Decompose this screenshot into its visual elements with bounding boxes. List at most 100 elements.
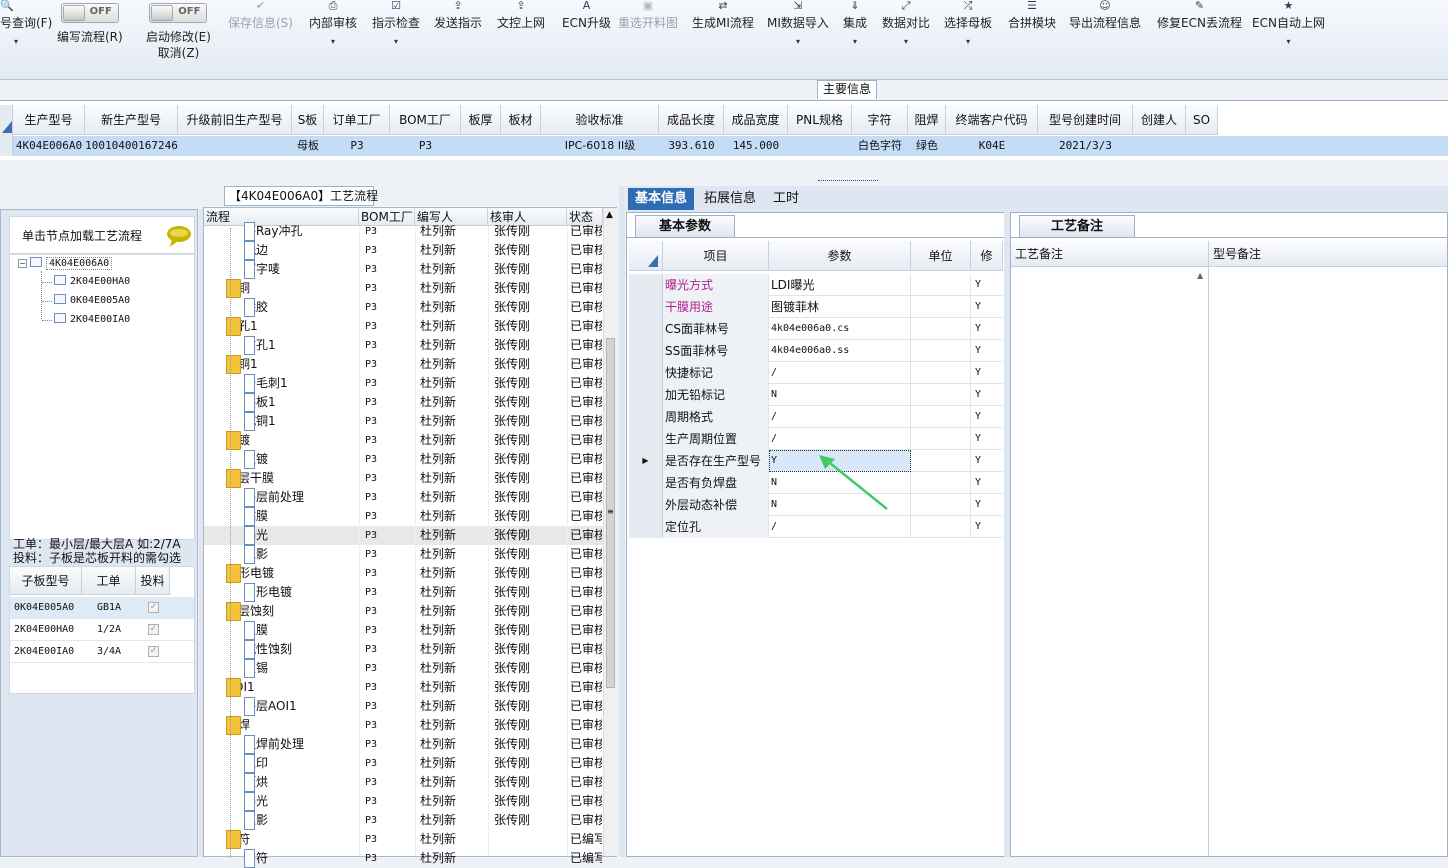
table-cell[interactable]: [1186, 136, 1218, 156]
toolbar-item-17[interactable]: ✎ 修复ECN丢流程: [1157, 0, 1242, 66]
flow-row[interactable]: 除胶 P3 杜列新 张传刚 已审核: [204, 298, 604, 317]
flow-row[interactable]: −AOI1 P3 杜列新 张传刚 已审核: [204, 678, 604, 697]
table-cell[interactable]: [461, 136, 501, 156]
table-cell[interactable]: 2021/3/3: [1038, 136, 1133, 156]
param-unit[interactable]: [911, 362, 971, 384]
param-unit[interactable]: [911, 340, 971, 362]
param-row[interactable]: 定位孔 / Y: [629, 516, 1003, 538]
toolbar-item-3[interactable]: ✔ 保存信息(S): [228, 0, 293, 66]
flow-row[interactable]: 显影 P3 杜列新 张传刚 已审核: [204, 811, 604, 830]
row-selector[interactable]: [629, 406, 663, 428]
column-header[interactable]: 终端客户代码: [946, 105, 1038, 135]
flow-row[interactable]: −电镀 P3 杜列新 张传刚 已审核: [204, 431, 604, 450]
flow-row[interactable]: −图形电镀 P3 杜列新 张传刚 已审核: [204, 564, 604, 583]
toolbar-item-9[interactable]: ▣ 重选开料图: [618, 0, 678, 66]
flow-row[interactable]: 外层前处理 P3 杜列新 张传刚 已审核: [204, 488, 604, 507]
param-row[interactable]: 快捷标记 / Y: [629, 362, 1003, 384]
column-header[interactable]: 创建人: [1133, 105, 1186, 135]
toolbar-item-15[interactable]: ☰ 合拼模块: [1008, 0, 1056, 66]
param-unit[interactable]: [911, 516, 971, 538]
dropdown-arrow-icon[interactable]: ▾: [904, 36, 908, 48]
table-cell[interactable]: 母板: [292, 136, 324, 156]
row-selector[interactable]: [629, 384, 663, 406]
tab-2[interactable]: 工时: [766, 188, 806, 210]
flow-row[interactable]: 丝印 P3 杜列新 张传刚 已审核: [204, 754, 604, 773]
scroll-up-icon[interactable]: ▲: [606, 210, 613, 220]
param-unit[interactable]: [911, 384, 971, 406]
toolbar-item-14[interactable]: ⤮ 选择母板 ▾: [944, 0, 992, 66]
row-selector[interactable]: [629, 472, 663, 494]
toolbar-item-16[interactable]: ☺ 导出流程信息: [1069, 0, 1141, 66]
param-unit[interactable]: [911, 494, 971, 516]
column-header[interactable]: 成品宽度: [724, 105, 788, 135]
table-cell[interactable]: IPC-6018 II级: [541, 136, 659, 156]
param-row[interactable]: 加无铅标记 N Y: [629, 384, 1003, 406]
flow-row[interactable]: 预烘 P3 杜列新 张传刚 已审核: [204, 773, 604, 792]
param-row[interactable]: 周期格式 / Y: [629, 406, 1003, 428]
table-cell[interactable]: P3: [324, 136, 390, 156]
param-column-header[interactable]: 参数: [769, 241, 911, 271]
dropdown-arrow-icon[interactable]: ▾: [796, 36, 800, 48]
collapse-icon[interactable]: −: [18, 259, 27, 268]
vertical-splitter[interactable]: [619, 186, 625, 857]
param-value[interactable]: 4k04e006a0.ss: [769, 340, 911, 362]
dropdown-arrow-icon[interactable]: ▾: [966, 36, 970, 48]
param-flag[interactable]: Y: [973, 494, 1003, 516]
row-selector[interactable]: [629, 296, 663, 318]
main-info-tab[interactable]: 主要信息: [817, 80, 877, 99]
param-unit[interactable]: [911, 406, 971, 428]
flow-row[interactable]: 外层AOI1 P3 杜列新 张传刚 已审核: [204, 697, 604, 716]
row-selector[interactable]: [629, 428, 663, 450]
row-selector[interactable]: [629, 516, 663, 538]
param-flag[interactable]: Y: [973, 340, 1003, 362]
param-unit[interactable]: [911, 428, 971, 450]
param-value[interactable]: /: [769, 428, 911, 450]
param-value[interactable]: N: [769, 384, 911, 406]
scrollbar[interactable]: ▲ ≡: [603, 208, 617, 856]
table-cell[interactable]: 393.610: [659, 136, 724, 156]
row-selector[interactable]: [629, 494, 663, 516]
table-cell[interactable]: K04E: [946, 136, 1038, 156]
column-header[interactable]: 成品长度: [659, 105, 724, 135]
toolbar-item-5[interactable]: ☑ 指示检查 ▾: [372, 0, 420, 66]
flow-row[interactable]: 打字唛 P3 杜列新 张传刚 已审核: [204, 260, 604, 279]
toolbar-item-12[interactable]: ⇓ 集成 ▾: [843, 0, 867, 66]
dropdown-arrow-icon[interactable]: ▾: [394, 36, 398, 48]
param-row[interactable]: ▶ 是否存在生产型号 Y Y: [629, 450, 1003, 472]
flow-row[interactable]: X-Ray冲孔 P3 杜列新 张传刚 已审核: [204, 222, 604, 241]
toggle-switch[interactable]: OFF: [60, 3, 119, 23]
dropdown-arrow-icon[interactable]: ▾: [1286, 36, 1290, 48]
param-flag[interactable]: Y: [973, 406, 1003, 428]
load-process-box[interactable]: 单击节点加载工艺流程: [9, 216, 195, 254]
param-flag[interactable]: Y: [973, 516, 1003, 538]
tree-root[interactable]: −4K04E006A0: [18, 256, 113, 272]
param-row[interactable]: 外层动态补偿 N Y: [629, 494, 1003, 516]
toolbar-item-18[interactable]: ★ ECN自动上网 ▾: [1252, 0, 1325, 66]
param-column-header[interactable]: 修: [971, 241, 1003, 271]
toolbar-item-7[interactable]: ⇪ 文控上网: [497, 0, 545, 66]
tree-node[interactable]: 0K04E005A0: [42, 293, 130, 309]
param-row[interactable]: 曝光方式 LDI曝光 Y: [629, 274, 1003, 296]
param-unit[interactable]: [911, 450, 971, 472]
flow-row[interactable]: 图形电镀 P3 杜列新 张传刚 已审核: [204, 583, 604, 602]
flow-row[interactable]: 曝光 P3 杜列新 张传刚 已审核: [204, 526, 604, 545]
table-row[interactable]: 0K04E005A0 GB1A ✓: [10, 597, 194, 619]
flow-row[interactable]: 沉铜1 P3 杜列新 张传刚 已审核: [204, 412, 604, 431]
column-header[interactable]: 板厚: [461, 105, 501, 135]
params-title-tab[interactable]: 基本参数: [635, 215, 735, 237]
horizontal-splitter[interactable]: [0, 160, 1448, 186]
toolbar-item-10[interactable]: ⇄ 生成MI流程: [692, 0, 754, 66]
table-cell[interactable]: [178, 136, 292, 156]
flow-row[interactable]: −阻焊 P3 杜列新 张传刚 已审核: [204, 716, 604, 735]
feed-checkbox[interactable]: ✓: [148, 646, 159, 657]
table-cell[interactable]: 白色字符: [852, 136, 908, 156]
param-unit[interactable]: [911, 318, 971, 340]
flow-row[interactable]: 退锡 P3 杜列新 张传刚 已审核: [204, 659, 604, 678]
flow-row[interactable]: 阻焊前处理 P3 杜列新 张传刚 已审核: [204, 735, 604, 754]
param-flag[interactable]: Y: [973, 472, 1003, 494]
column-header[interactable]: 生产型号: [13, 105, 85, 135]
toolbar-item-4[interactable]: ⎙ 内部审核 ▾: [309, 0, 357, 66]
param-row[interactable]: 干膜用途 图镀菲林 Y: [629, 296, 1003, 318]
flow-row[interactable]: −沉铜 P3 杜列新 张传刚 已审核: [204, 279, 604, 298]
table-cell[interactable]: P3: [390, 136, 461, 156]
